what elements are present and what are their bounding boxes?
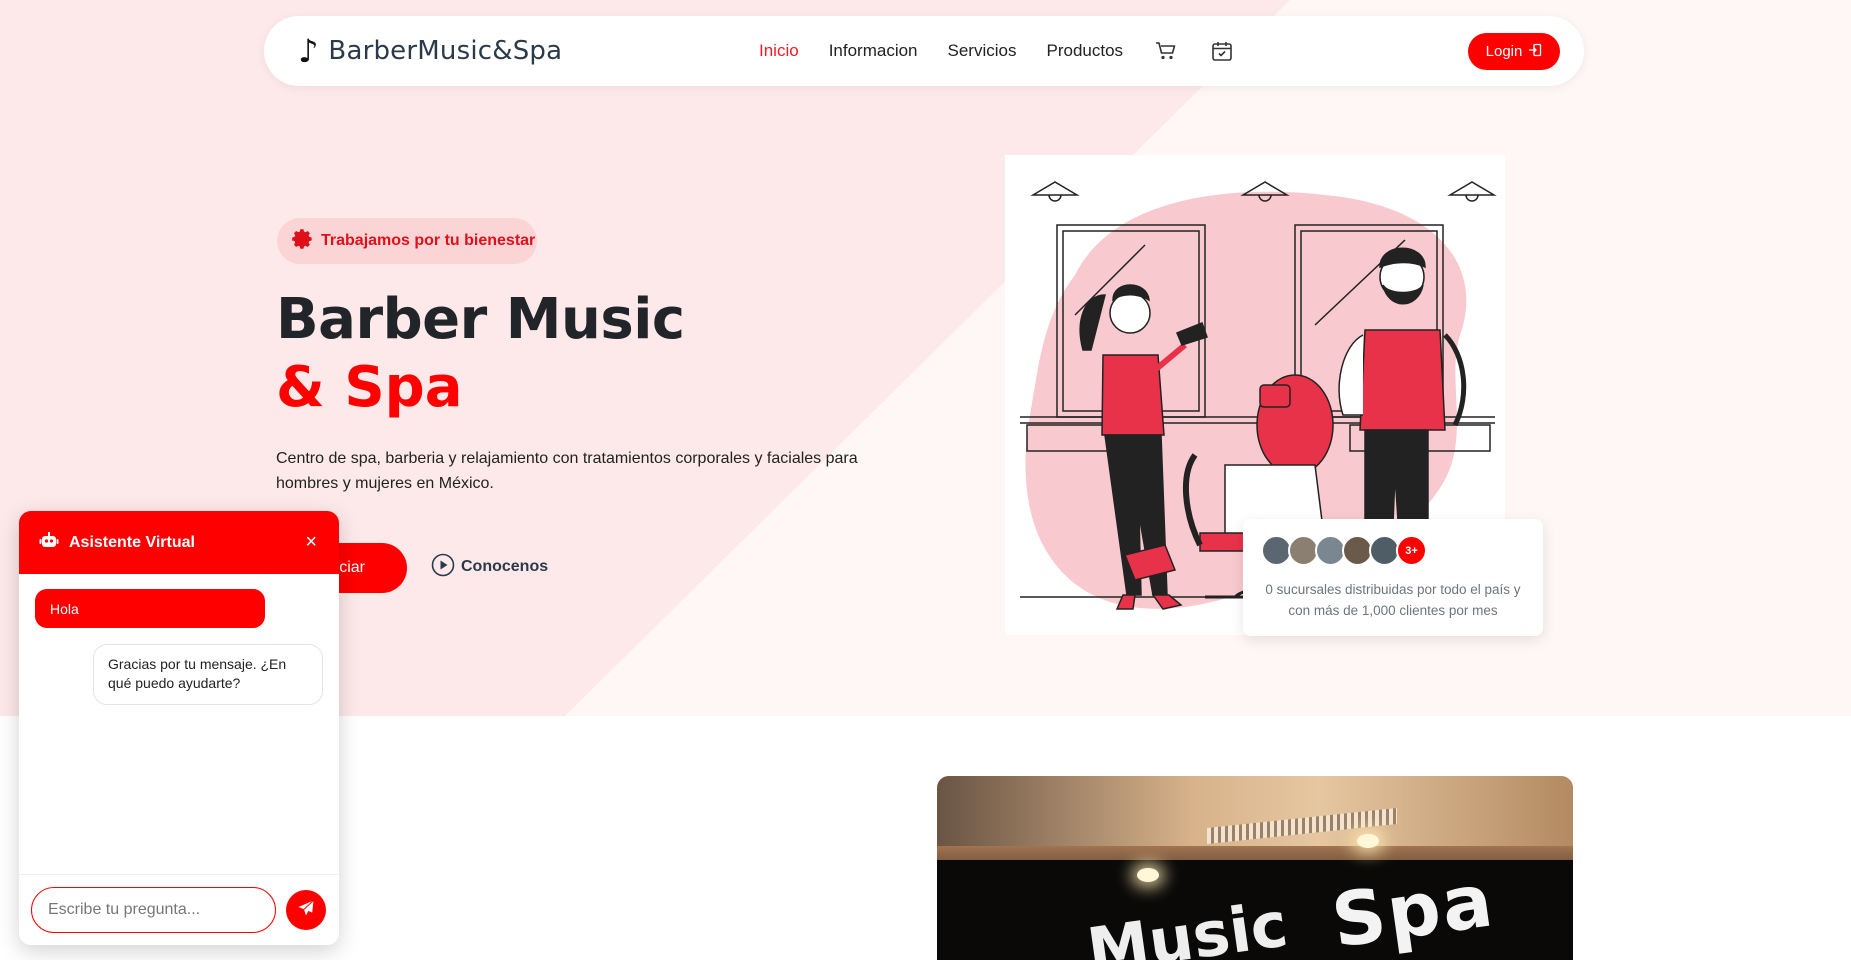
- music-note-icon: ♪: [298, 32, 319, 70]
- chat-header: Asistente Virtual ×: [19, 511, 339, 574]
- chat-footer: [19, 874, 339, 945]
- nav-link-productos[interactable]: Productos: [1046, 41, 1123, 61]
- login-icon: [1528, 43, 1542, 61]
- branches-stats-card: 3+ 0 sucursales distribuidas por todo el…: [1243, 519, 1543, 636]
- play-circle-icon: [431, 553, 455, 582]
- robot-icon: [39, 531, 59, 554]
- nav-link-informacion[interactable]: Informacion: [829, 41, 918, 61]
- hero-title-line2: & Spa: [276, 355, 463, 420]
- photo-ceiling-light: [1357, 834, 1379, 848]
- navbar: ♪ BarberMusic&Spa Inicio Informacion Ser…: [264, 16, 1584, 86]
- close-icon[interactable]: ×: [305, 531, 317, 554]
- send-button[interactable]: [286, 890, 326, 930]
- nav-link-servicios[interactable]: Servicios: [948, 41, 1017, 61]
- hero-description: Centro de spa, barberia y relajamiento c…: [276, 450, 858, 492]
- more-branches-badge: 3+: [1396, 535, 1427, 566]
- branches-stats-text: 0 sucursales distribuidas por todo el pa…: [1265, 582, 1521, 618]
- nav-link-inicio[interactable]: Inicio: [759, 41, 799, 61]
- photo-ceiling-light: [1137, 868, 1159, 882]
- chat-widget: Asistente Virtual × Hola Gracias por tu …: [19, 511, 339, 945]
- chat-title: Asistente Virtual: [69, 533, 195, 551]
- nav-links: Inicio Informacion Servicios Productos: [759, 16, 1235, 86]
- cta-label: ciar: [339, 559, 365, 576]
- brand-name: BarberMusic&Spa: [328, 36, 563, 66]
- gear-icon: [291, 228, 313, 255]
- chat-user-message: Hola: [35, 589, 265, 628]
- conocenos-button[interactable]: Conocenos: [431, 553, 549, 582]
- calendar-check-icon[interactable]: [1209, 38, 1235, 64]
- branch-avatars: 3+: [1261, 535, 1427, 566]
- chat-input[interactable]: [31, 887, 276, 933]
- hero-badge-text: Trabajamos por tu bienestar: [321, 232, 536, 249]
- storefront-photo: Music Spa: [937, 776, 1573, 960]
- paper-plane-icon: [297, 899, 315, 922]
- hero-badge: Trabajamos por tu bienestar: [277, 218, 537, 264]
- cart-icon[interactable]: [1153, 38, 1179, 64]
- login-button[interactable]: Login: [1468, 33, 1560, 70]
- login-label: Login: [1485, 43, 1523, 60]
- brand[interactable]: ♪ BarberMusic&Spa: [298, 16, 562, 86]
- hero-title-line1: Barber Music: [276, 287, 685, 352]
- chat-bot-message: Gracias por tu mensaje. ¿En qué puedo ay…: [93, 644, 323, 705]
- conocenos-label: Conocenos: [461, 558, 549, 575]
